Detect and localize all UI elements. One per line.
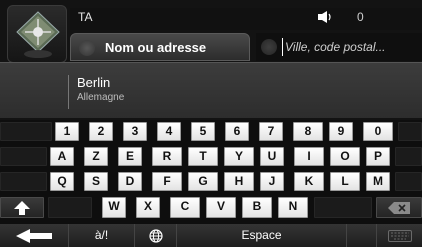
key[interactable]: W [102,197,126,218]
back-button[interactable] [0,224,68,247]
key[interactable]: 8 [293,122,323,141]
keyboard-bottom-bar: à/! Espace [0,224,422,247]
key[interactable]: R [152,147,182,166]
key-blank [395,172,422,191]
key[interactable]: B [242,197,272,218]
key-blank [314,197,372,218]
map-compass-icon [16,11,60,58]
key-blank [0,147,47,166]
key[interactable]: Q [50,172,74,191]
key[interactable]: 1 [55,122,79,141]
key[interactable]: J [260,172,284,191]
key[interactable]: V [206,197,236,218]
key[interactable]: P [366,147,390,166]
key[interactable]: H [224,172,254,191]
suggestion-item[interactable]: Berlin Allemagne [68,75,124,109]
key[interactable]: S [84,172,108,191]
backspace-icon [388,202,410,214]
target-icon [79,40,95,56]
navigation-screen: TA 0 Nom ou adresse Berlin Allemagne 1 2 [0,0,422,247]
key[interactable]: 2 [89,122,113,141]
key[interactable]: K [294,172,324,191]
tab-name-label: Nom ou adresse [105,40,207,55]
keyboard-row-letters-1: A Z E R T Y U I O P [0,147,422,166]
suggestion-area: Berlin Allemagne [0,62,422,118]
tab-name-or-address[interactable]: Nom ou adresse [70,33,250,61]
key-blank [346,224,376,247]
tab-city[interactable] [256,33,422,61]
key[interactable]: Y [224,147,254,166]
key[interactable]: 5 [191,122,215,141]
keyboard: 1 2 3 4 5 6 7 8 9 0 A Z E R T Y U I O P [0,120,422,247]
keyboard-icon [387,230,412,242]
shift-key[interactable] [0,197,44,218]
key[interactable]: O [330,147,360,166]
backspace-key[interactable] [376,197,422,218]
keyboard-row-letters-3: W X C V B N [0,197,422,218]
key[interactable]: T [188,147,218,166]
space-key[interactable]: Espace [176,224,346,247]
key[interactable]: F [152,172,182,191]
key[interactable]: G [188,172,218,191]
search-tabs: Nom ou adresse [70,33,422,61]
key[interactable]: U [260,147,284,166]
key[interactable]: Z [84,147,108,166]
globe-key[interactable] [134,224,176,247]
key[interactable]: A [50,147,74,166]
suggestion-city: Berlin [77,75,111,90]
key[interactable]: 4 [157,122,181,141]
key[interactable]: 3 [123,122,147,141]
key[interactable]: 0 [363,122,393,141]
keyboard-toggle-key[interactable] [376,224,422,247]
key[interactable]: L [330,172,360,191]
key-blank [0,172,47,191]
shift-arrow-icon [14,201,30,215]
status-bar: TA 0 [70,8,422,30]
key[interactable]: N [278,197,308,218]
globe-icon [148,229,163,243]
key[interactable]: I [294,147,324,166]
home-map-button[interactable] [7,5,67,63]
speaker-icon[interactable] [318,11,332,23]
key[interactable]: X [136,197,160,218]
city-input[interactable] [285,37,417,57]
key[interactable]: C [170,197,200,218]
text-cursor [282,38,283,56]
key[interactable]: M [366,172,390,191]
status-title: TA [78,10,93,24]
key-blank [398,122,422,141]
keyboard-row-letters-2: Q S D F G H J K L M [0,172,422,191]
key-blank [395,147,422,166]
back-arrow-icon [16,229,52,243]
key[interactable]: 9 [329,122,353,141]
key[interactable]: 7 [259,122,283,141]
symbols-key[interactable]: à/! [68,224,134,247]
key[interactable]: 6 [225,122,249,141]
key[interactable]: D [118,172,142,191]
suggestion-country: Allemagne [77,92,125,103]
key-blank [48,197,92,218]
target-icon [261,39,277,55]
status-count: 0 [357,10,364,24]
keyboard-row-numbers: 1 2 3 4 5 6 7 8 9 0 [0,122,422,141]
key-blank [0,122,52,141]
key[interactable]: E [118,147,142,166]
